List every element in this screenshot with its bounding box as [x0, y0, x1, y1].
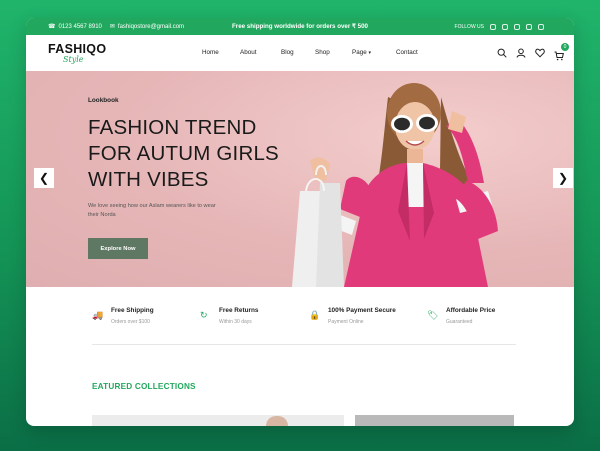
mail-icon: ✉ [109, 23, 115, 30]
feature-affordable-price: 🏷 Affordable Price Guaranteed [427, 305, 537, 335]
youtube-icon[interactable] [526, 23, 532, 30]
truck-icon: 🚚 [92, 310, 104, 320]
featured-collections-title: EATURED COLLECTIONS [92, 382, 196, 391]
section-divider [92, 344, 516, 345]
feature-title: Affordable Price [446, 307, 496, 314]
tag-icon: 🏷 [427, 310, 439, 320]
collection-card-2[interactable] [355, 415, 514, 426]
slider-next-button[interactable]: ❯ [553, 168, 573, 188]
chevron-down-icon: ▾ [368, 50, 371, 56]
nav-blog[interactable]: Blog [281, 49, 294, 56]
feature-free-shipping: 🚚 Free Shipping Orders over $100 [92, 305, 202, 335]
collection-card-1[interactable] [92, 415, 344, 426]
lock-icon: 🔒 [309, 310, 321, 320]
heart-icon[interactable] [535, 48, 545, 58]
hero-title-line-2: FOR AUTUM GIRLS [88, 142, 279, 165]
search-icon[interactable] [497, 48, 507, 58]
feature-title: Free Shipping [111, 307, 154, 314]
features-row: 🚚 Free Shipping Orders over $100 ↻ Free … [88, 305, 518, 337]
nav-home[interactable]: Home [202, 49, 219, 56]
header-icons: 0 [497, 43, 569, 61]
top-announcement-bar: ☎ 0123 4567 8910 ✉ fashiqostore@gmail.co… [26, 18, 574, 35]
follow-us-label: FOLLOW US [454, 23, 484, 30]
email-address: fashiqostore@gmail.com [117, 23, 185, 30]
logo-tagline: Style [63, 55, 84, 64]
nav-about[interactable]: About [240, 49, 256, 56]
hero-banner: Lookbook FASHION TREND FOR AUTUM GIRLS W… [26, 71, 574, 287]
social-links: FOLLOW US [455, 18, 544, 35]
pinterest-icon[interactable] [538, 23, 544, 30]
email-contact[interactable]: ✉ fashiqostore@gmail.com [110, 24, 184, 30]
feature-title: 100% Payment Secure [328, 307, 396, 314]
feature-free-returns: ↻ Free Returns Within 30 days [200, 305, 310, 335]
hero-eyebrow: Lookbook [88, 97, 119, 104]
hero-description: We love seeing how our Aslam wearers lik… [88, 203, 216, 218]
nav-page-label: Page [352, 49, 367, 56]
hero-title: FASHION TREND FOR AUTUM GIRLS WITH VIBES [88, 115, 318, 193]
twitter-icon[interactable] [514, 23, 520, 30]
user-icon[interactable] [516, 48, 526, 58]
chevron-right-icon: ❯ [557, 171, 569, 185]
feature-subtitle: Payment Online [328, 319, 364, 325]
logo-brand: FASHIQO [48, 42, 107, 56]
phone-contact[interactable]: ☎ 0123 4567 8910 [48, 24, 102, 30]
phone-number: 0123 4567 8910 [58, 23, 102, 30]
nav-contact[interactable]: Contact [396, 49, 418, 56]
browser-page-frame: ☎ 0123 4567 8910 ✉ fashiqostore@gmail.co… [26, 18, 574, 426]
feature-subtitle: Guaranteed [446, 319, 473, 325]
cart-button[interactable]: 0 [554, 43, 569, 61]
feature-subtitle: Within 30 days [219, 319, 252, 325]
feature-title: Free Returns [219, 307, 259, 314]
nav-page[interactable]: Page ▾ [352, 49, 371, 56]
feature-subtitle: Orders over $100 [111, 319, 150, 325]
cart-icon [554, 51, 564, 61]
hero-title-line-1: FASHION TREND [88, 116, 257, 139]
chevron-left-icon: ❮ [38, 171, 50, 185]
facebook-icon[interactable] [490, 23, 496, 30]
refresh-icon: ↻ [200, 310, 208, 320]
slider-prev-button[interactable]: ❮ [34, 168, 54, 188]
site-header: FASHIQO Style Home About Blog Shop Page … [26, 35, 574, 71]
contact-info: ☎ 0123 4567 8910 ✉ fashiqostore@gmail.co… [48, 18, 184, 35]
explore-now-button[interactable]: Explore Now [88, 238, 148, 259]
instagram-icon[interactable] [502, 23, 508, 30]
nav-shop[interactable]: Shop [315, 49, 330, 56]
hero-title-line-3: WITH VIBES [88, 168, 209, 191]
cart-count-badge: 0 [561, 43, 569, 51]
phone-icon: ☎ [48, 23, 56, 30]
feature-payment-secure: 🔒 100% Payment Secure Payment Online [309, 305, 419, 335]
